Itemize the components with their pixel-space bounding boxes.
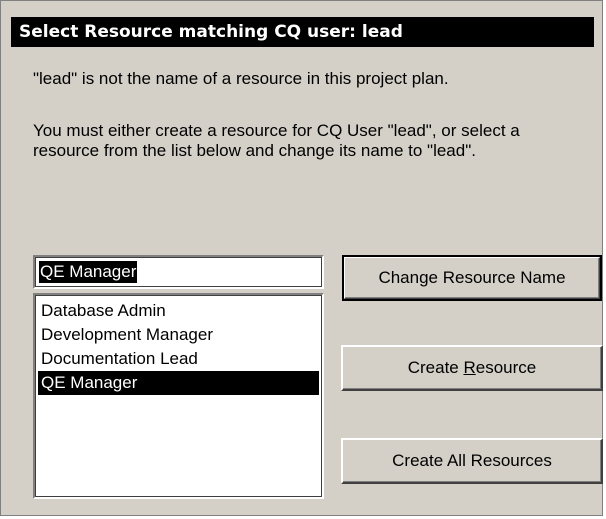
create-resource-button[interactable]: Create Resource [341, 345, 603, 391]
create-resource-mnemonic: R [463, 358, 476, 377]
change-resource-name-button[interactable]: Change Resource Name [342, 255, 602, 301]
create-resource-label-suffix: esource [475, 358, 537, 377]
list-item[interactable]: Documentation Lead [38, 347, 319, 371]
list-item[interactable]: Database Admin [38, 299, 319, 323]
dialog-title: Select Resource matching CQ user: lead [11, 17, 594, 47]
resource-name-value: QE Manager [39, 261, 138, 283]
resource-name-input[interactable]: QE Manager [33, 255, 324, 289]
not-found-message: "lead" is not the name of a resource in … [33, 69, 449, 88]
create-all-resources-button[interactable]: Create All Resources [341, 438, 603, 484]
resource-listbox[interactable]: Database Admin Development Manager Docum… [33, 293, 324, 499]
instruction-message: You must either create a resource for CQ… [33, 121, 520, 160]
list-item[interactable]: Development Manager [38, 323, 319, 347]
select-resource-dialog: Select Resource matching CQ user: lead "… [0, 0, 603, 516]
list-item-selected[interactable]: QE Manager [38, 371, 319, 395]
create-resource-label-prefix: Create [407, 358, 464, 377]
